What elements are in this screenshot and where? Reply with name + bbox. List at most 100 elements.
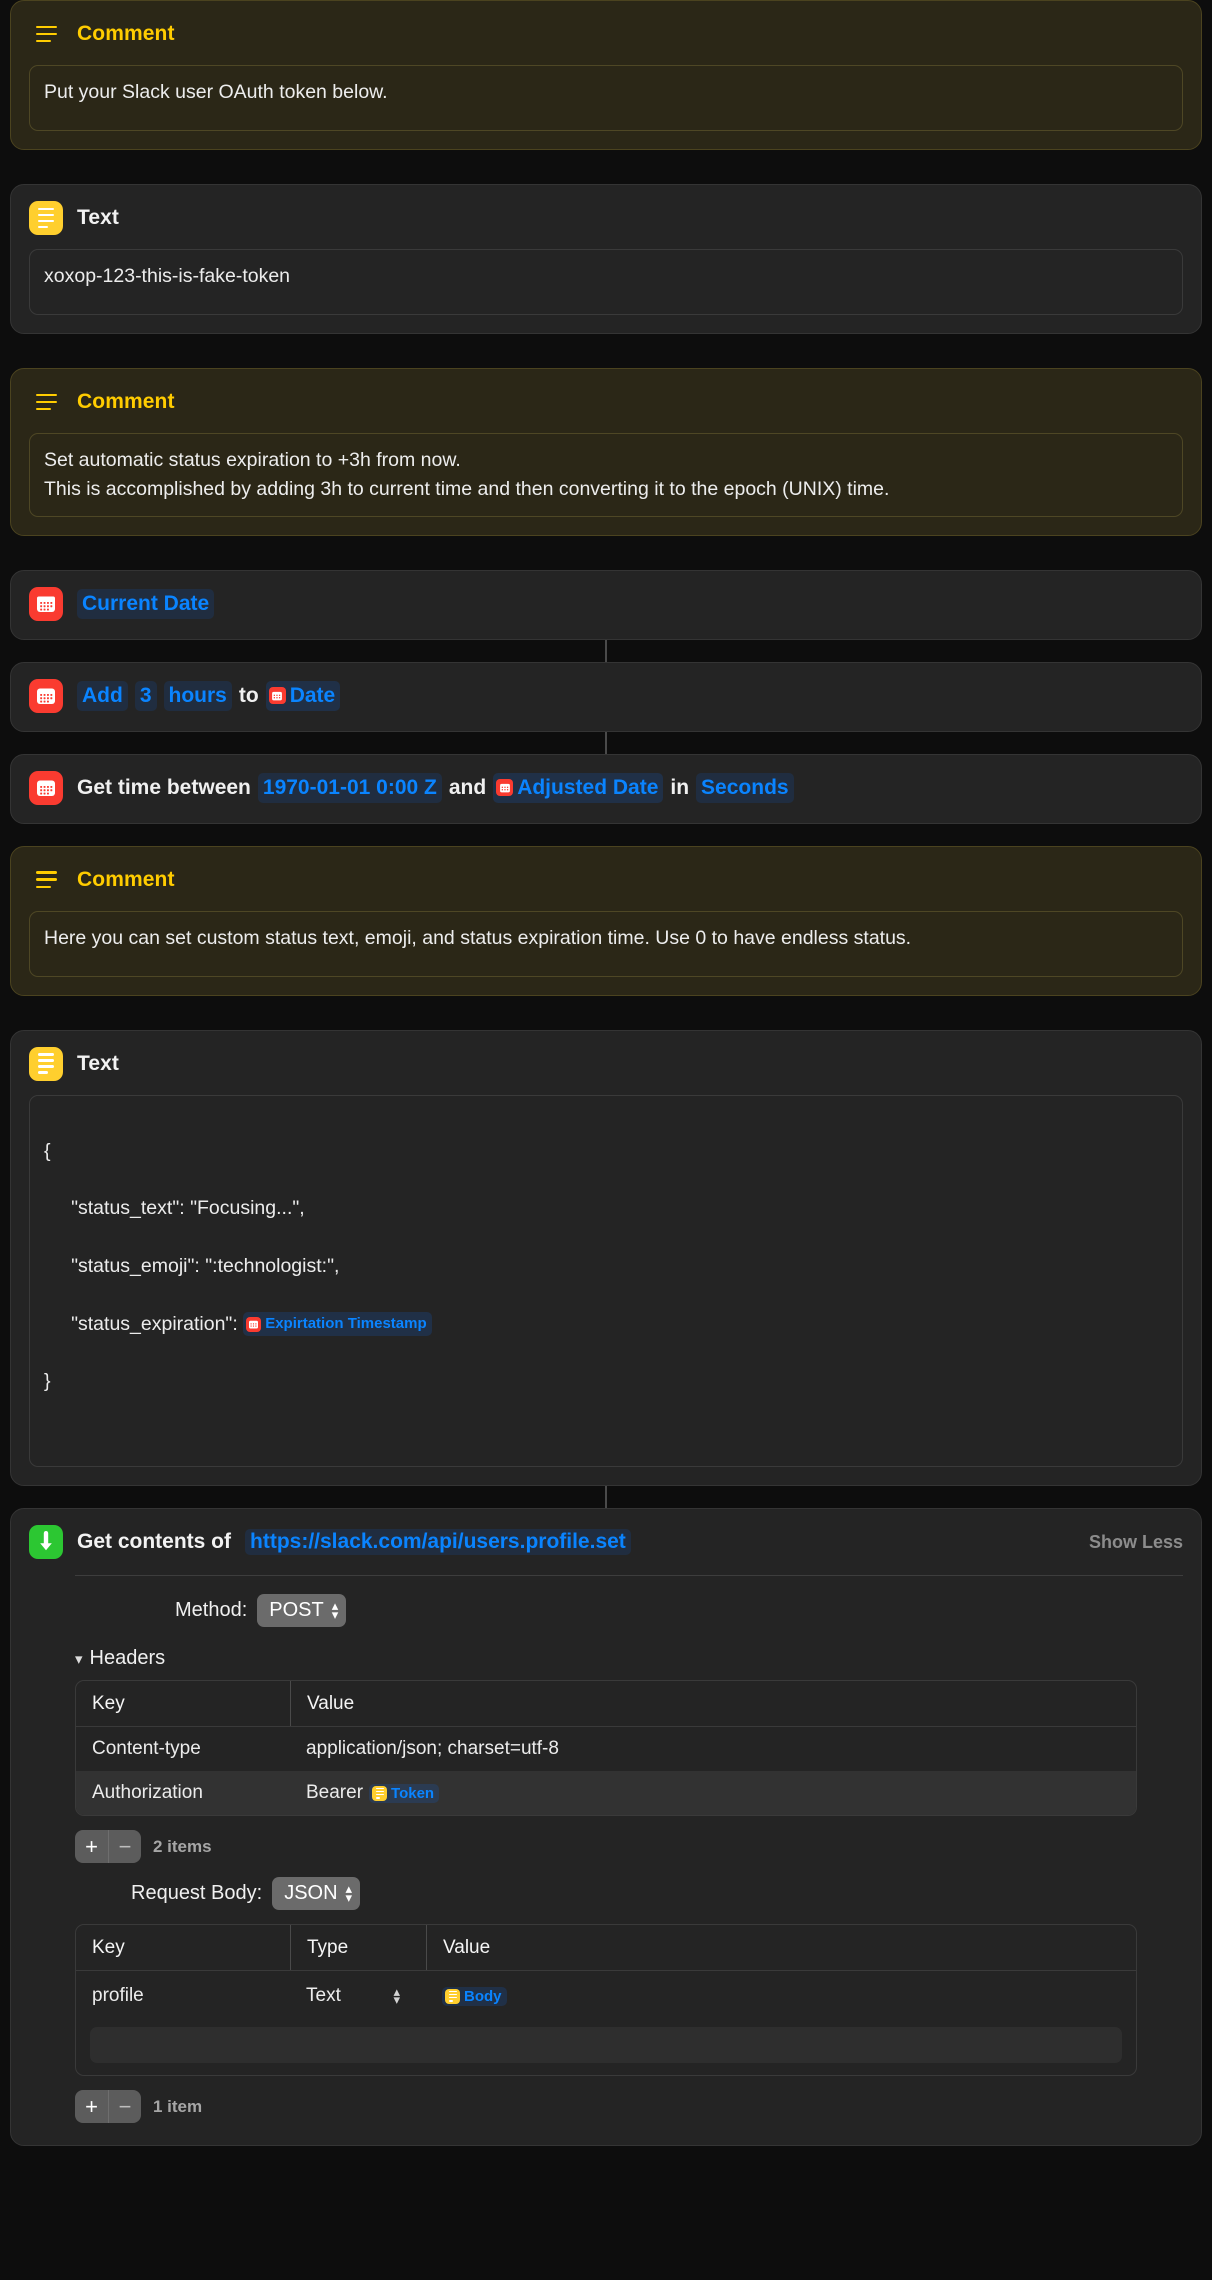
calendar-icon [29,770,63,805]
action-header: Add 3 hours to Date [29,678,1183,713]
text-icon [29,1046,63,1081]
action-title: Comment [77,390,175,413]
param-unit[interactable]: hours [163,680,232,711]
calendar-icon [246,1316,262,1332]
header-key[interactable]: Authorization [76,1771,290,1815]
body-stepper-row: + − 1 item [75,2090,1183,2124]
param-literal-to: to [238,683,259,707]
add-header-button[interactable]: + [75,1830,108,1863]
action-card-text-token[interactable]: Text xoxop-123-this-is-fake-token [10,184,1202,334]
headers-stepper-row: + − 2 items [75,1830,1183,1864]
body-add-remove-stepper[interactable]: + − [75,2090,141,2124]
json-line-1: { [44,1139,51,1162]
chevron-updown-icon[interactable]: ▴ ▾ [393,1985,400,2006]
comment-text-field[interactable]: Put your Slack user OAuth token below. [29,65,1183,131]
body-value[interactable]: Body [426,1971,1136,2021]
action-connector [10,639,1202,662]
table-row[interactable]: Authorization Bearer Token [76,1771,1136,1816]
comment-text-field[interactable]: Here you can set custom status text, emo… [29,910,1183,977]
calendar-icon [29,586,63,621]
url-field[interactable]: https://slack.com/api/users.profile.set [245,1529,631,1556]
action-connector [10,1486,1202,1509]
param-current-date[interactable]: Current Date [77,588,215,619]
comment-lines-icon [29,863,63,897]
calendar-icon [29,678,63,713]
action-title: Comment [77,22,175,45]
action-parameters: Get time between 1970-01-01 0:00 Z and A… [77,772,794,803]
text-value-field[interactable]: xoxop-123-this-is-fake-token [29,249,1183,315]
action-card-comment-2[interactable]: Comment Set automatic status expiration … [10,368,1202,536]
json-text-field[interactable]: { "status_text": "Focusing...", "status_… [29,1094,1183,1468]
table-header-row: Key Value [76,1681,1136,1728]
param-operation[interactable]: Add [77,680,128,711]
request-body-value: JSON [284,1882,338,1905]
table-row[interactable]: Content-type application/json; charset=u… [76,1727,1136,1771]
token-body[interactable]: Body [442,1986,507,2006]
token-date[interactable]: Date [265,680,341,711]
headers-table: Key Value Content-type application/json;… [75,1680,1137,1817]
action-card-text-json[interactable]: Text { "status_text": "Focusing...", "st… [10,1029,1202,1487]
download-arrow-icon [29,1525,63,1560]
action-card-get-contents-url[interactable]: Get contents of https://slack.com/api/us… [10,1508,1202,2147]
action-header: Comment [29,17,1183,51]
request-body-label: Request Body: [131,1882,263,1905]
text-icon [445,1988,460,2004]
request-body-row: Request Body: JSON ▴ ▾ [75,1877,1183,1911]
remove-body-field-button[interactable]: − [108,2090,141,2124]
action-parameters: Add 3 hours to Date [77,680,341,711]
column-header-key: Key [92,1692,125,1714]
param-start-date[interactable]: 1970-01-01 0:00 Z [257,772,442,803]
param-literal-in: in [670,775,690,799]
request-body-select[interactable]: JSON ▴ ▾ [272,1877,361,1911]
token-label: Adjusted Date [517,775,659,799]
headers-disclosure[interactable]: ▾ Headers [75,1647,1183,1670]
body-key[interactable]: profile [76,1971,290,2021]
action-card-time-between[interactable]: Get time between 1970-01-01 0:00 Z and A… [10,753,1202,824]
param-literal-get-time-between: Get time between [77,775,251,799]
table-header-row: Key Type Value [76,1925,1136,1972]
json-line-4: "status_expiration": Expirtation Timesta… [44,1310,1168,1339]
chevron-updown-icon: ▴ ▾ [331,1598,339,1622]
action-title: Comment [77,867,175,891]
json-line-3: "status_emoji": ":technologist:", [44,1255,340,1278]
method-select[interactable]: POST ▴ ▾ [257,1594,347,1628]
token-expiration-timestamp[interactable]: Expirtation Timestamp [243,1312,432,1337]
remove-header-button[interactable]: − [108,1830,141,1864]
token-token[interactable]: Token [369,1783,440,1803]
column-header-value: Value [290,1681,1136,1727]
param-amount[interactable]: 3 [134,680,157,711]
json-line-4-prefix: "status_expiration": [44,1312,244,1335]
column-header-key: Key [92,1936,125,1958]
action-connector [10,731,1202,754]
header-value[interactable]: Bearer Token [290,1771,1136,1815]
chevron-updown-icon: ▴ ▾ [345,1881,353,1905]
header-value[interactable]: application/json; charset=utf-8 [290,1727,1136,1771]
token-adjusted-date[interactable]: Adjusted Date [493,772,664,803]
body-type[interactable]: Text ▴ ▾ [290,1971,426,2021]
action-card-current-date[interactable]: Current Date [10,569,1202,640]
comment-text-field[interactable]: Set automatic status expiration to +3h f… [29,433,1183,517]
get-contents-label: Get contents of [77,1530,232,1554]
action-card-comment-3[interactable]: Comment Here you can set custom status t… [10,845,1202,996]
text-icon [372,1785,388,1801]
param-literal-and: and [448,775,487,799]
action-card-adjust-date[interactable]: Add 3 hours to Date [10,661,1202,732]
calendar-icon [268,687,286,705]
header-value-text: Bearer [306,1782,364,1804]
add-body-field-button[interactable]: + [75,2090,108,2123]
action-card-comment-1[interactable]: Comment Put your Slack user OAuth token … [10,0,1202,150]
table-row[interactable]: profile Text ▴ ▾ Body [76,1971,1136,2021]
text-icon [29,201,63,235]
comment-lines-icon [29,385,63,419]
headers-item-count: 2 items [153,1836,212,1856]
action-header: Comment [29,863,1183,897]
json-line-5: } [44,1370,51,1393]
param-unit[interactable]: Seconds [696,772,794,803]
show-less-button[interactable]: Show Less [1089,1532,1183,1553]
method-value: POST [269,1599,324,1622]
headers-add-remove-stepper[interactable]: + − [75,1830,141,1864]
action-header: Get time between 1970-01-01 0:00 Z and A… [29,770,1183,805]
body-value-empty-field[interactable] [90,2027,1122,2064]
header-key[interactable]: Content-type [76,1727,290,1771]
